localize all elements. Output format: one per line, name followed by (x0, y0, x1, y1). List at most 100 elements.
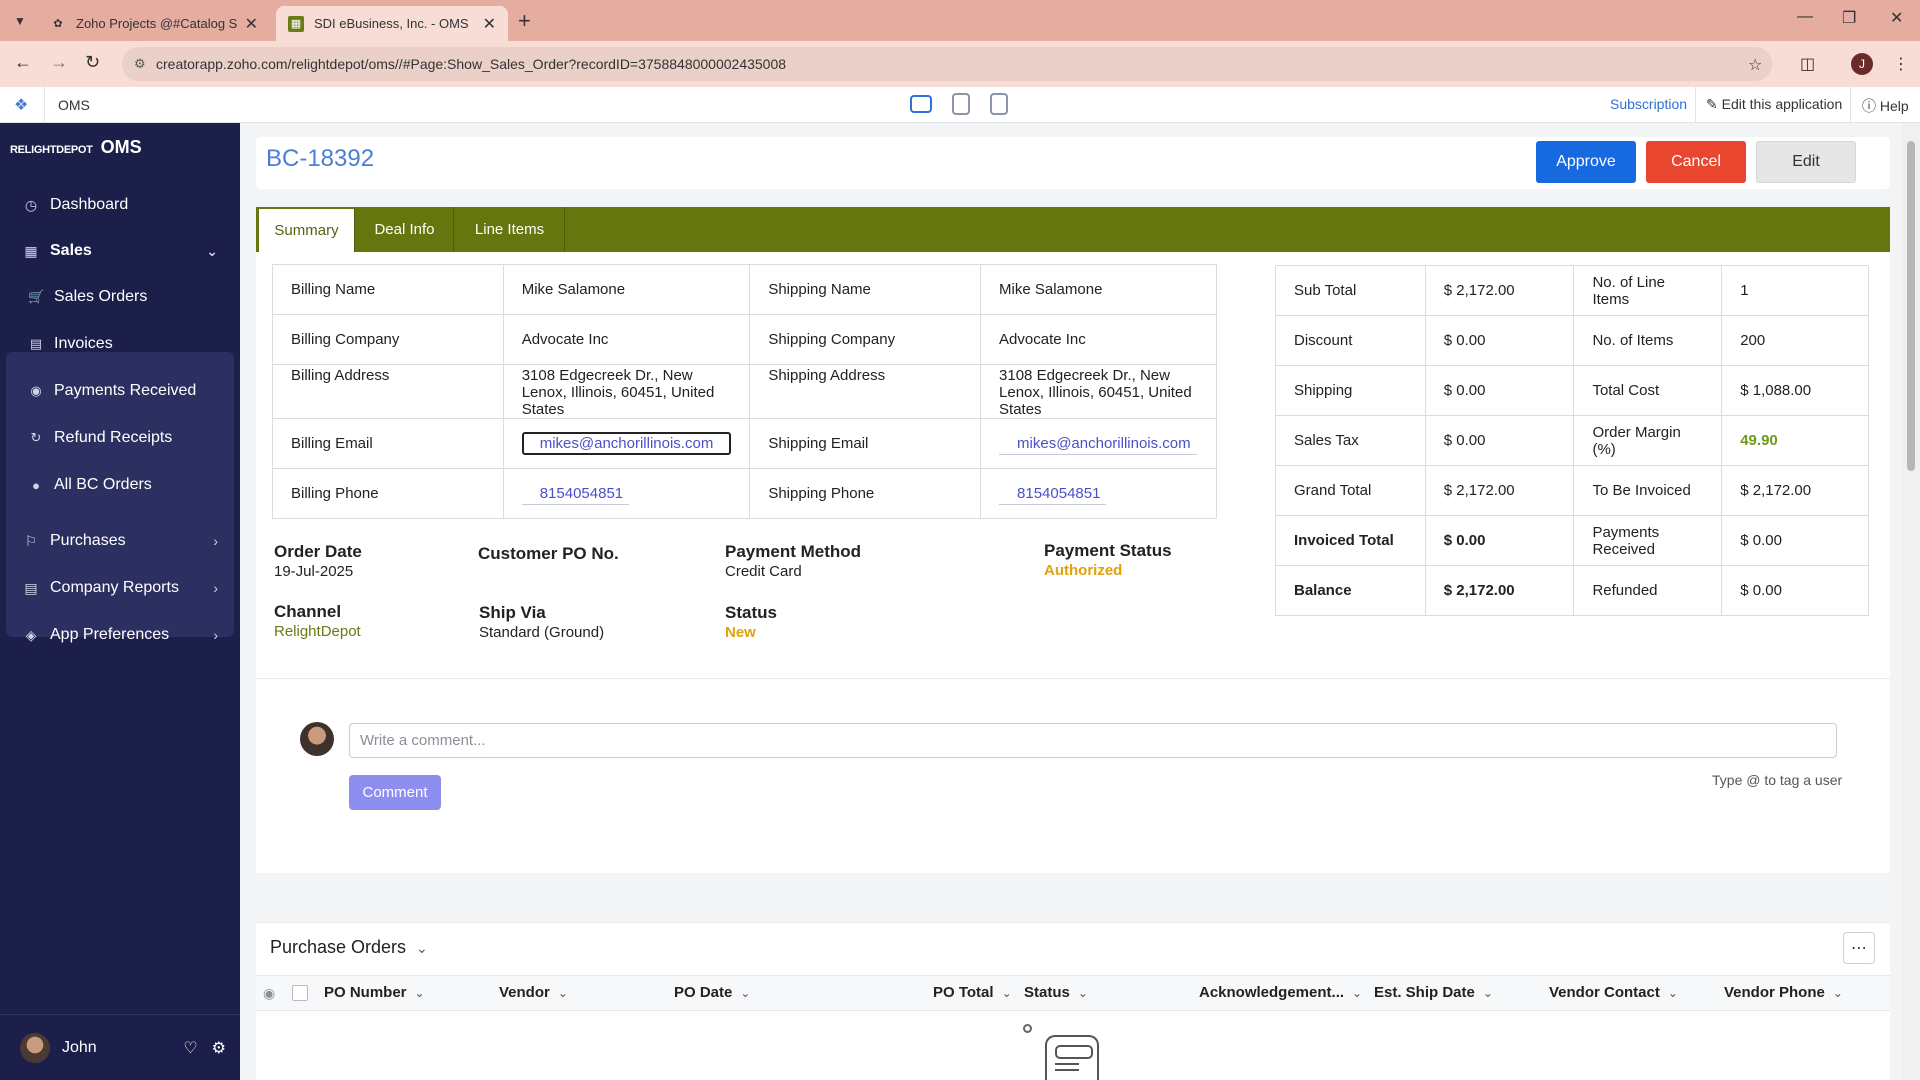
sidebar-item-all-bc-orders[interactable]: ● All BC Orders (28, 465, 152, 505)
browser-tab-zoho-projects[interactable]: ✿ Zoho Projects @#Catalog Says... ✕ (38, 6, 270, 41)
sidebar-item-company-reports[interactable]: ▤ Company Reports › (0, 566, 240, 610)
tab-summary[interactable]: Summary (259, 207, 355, 252)
column-po-number[interactable]: PO Number ⌄ (324, 984, 425, 1001)
chevron-down-icon[interactable]: ⌄ (416, 940, 428, 957)
bookmark-star-icon[interactable]: ☆ (1748, 55, 1762, 75)
subscription-link[interactable]: Subscription (1610, 96, 1687, 112)
brand-name: RELIGHTDEPOT (10, 144, 93, 156)
shipping-email-cell: mikes@anchorillinois.com (980, 418, 1217, 469)
sidebar-item-app-preferences[interactable]: ◈ App Preferences › (0, 613, 240, 657)
billing-shipping-table: Billing Name Mike Salamone Shipping Name… (272, 264, 1217, 519)
cancel-button[interactable]: Cancel (1646, 141, 1746, 183)
gear-icon[interactable]: ⚙ (212, 1038, 226, 1058)
bell-icon[interactable]: ♡ (183, 1038, 197, 1058)
oms-icon: ▦ (288, 15, 304, 32)
payment-method-label: Payment Method (725, 542, 862, 561)
money-bag-icon: ◉ (30, 383, 42, 398)
back-icon[interactable]: ← (14, 52, 32, 73)
page-title: BC-18392 (266, 145, 375, 172)
comment-button[interactable]: Comment (349, 775, 441, 810)
column-status[interactable]: Status ⌄ (1024, 984, 1088, 1001)
minimize-icon[interactable]: — (1797, 8, 1813, 26)
site-info-icon[interactable]: ⚙ (134, 56, 146, 72)
refunded-value: $ 0.00 (1721, 565, 1869, 616)
tab-line-items[interactable]: Line Items (455, 207, 565, 252)
approve-button[interactable]: Approve (1536, 141, 1636, 183)
extensions-icon[interactable]: ◫ (1800, 54, 1815, 74)
help-link[interactable]: ⓘ Help (1862, 96, 1909, 116)
billing-email-label: Billing Email (272, 418, 504, 469)
column-est-ship-date[interactable]: Est. Ship Date ⌄ (1374, 984, 1493, 1001)
balance-value: $ 2,172.00 (1424, 565, 1575, 616)
sidebar-item-sales[interactable]: ▦ Sales ⌄ (0, 229, 240, 273)
sidebar-item-dashboard[interactable]: ◷ Dashboard (0, 183, 240, 227)
purchases-icon: ⚐ (24, 532, 38, 549)
shipping-name-label: Shipping Name (749, 264, 982, 315)
column-vendor[interactable]: Vendor ⌄ (499, 984, 568, 1001)
chevron-down-icon: ⌄ (414, 986, 425, 1000)
more-options-icon[interactable]: ⋯ (1843, 932, 1875, 964)
desktop-view-icon[interactable] (910, 95, 932, 113)
sub-total-label: Sub Total (1275, 265, 1426, 316)
eye-icon[interactable]: ◉ (263, 985, 275, 1002)
sales-tax-label: Sales Tax (1275, 415, 1426, 466)
sidebar-item-payments-received[interactable]: ◉ Payments Received (28, 371, 196, 411)
sidebar-item-refund-receipts[interactable]: ↻ Refund Receipts (28, 418, 173, 458)
avatar[interactable] (20, 1032, 50, 1063)
status-label: Status (725, 603, 777, 622)
purchase-orders-title[interactable]: Purchase Orders (270, 937, 406, 958)
column-vendor-phone[interactable]: Vendor Phone ⌄ (1724, 984, 1843, 1001)
edit-button[interactable]: Edit (1756, 141, 1856, 183)
brand-product: OMS (100, 137, 142, 157)
sidebar-item-label: Sales Orders (54, 288, 148, 305)
column-po-date[interactable]: PO Date ⌄ (674, 984, 750, 1001)
browser-menu-icon[interactable]: ⋮ (1893, 54, 1909, 74)
invoice-icon: ▤ (29, 336, 43, 351)
page-scrollbar[interactable] (1902, 123, 1920, 1080)
sidebar-item-label: Invoices (54, 335, 113, 352)
tab-deal-info[interactable]: Deal Info (356, 207, 454, 252)
billing-phone-link[interactable]: 8154054851 (521, 485, 630, 505)
column-label: PO Date (674, 984, 733, 1001)
restore-icon[interactable]: ❐ (1842, 8, 1856, 28)
tablet-view-icon[interactable] (952, 93, 970, 115)
address-bar[interactable]: ⚙ creatorapp.zoho.com/relightdepot/oms//… (122, 47, 1772, 81)
column-acknowledgement[interactable]: Acknowledgement... ⌄ (1199, 984, 1362, 1001)
zoho-creator-logo-icon[interactable]: ❖ (14, 95, 34, 115)
select-all-checkbox[interactable] (292, 985, 308, 1001)
sidebar-item-sales-orders[interactable]: 🛒 Sales Orders (28, 277, 147, 317)
forward-icon[interactable]: → (50, 52, 68, 73)
discount-label: Discount (1275, 315, 1426, 366)
profile-avatar[interactable]: J (1851, 53, 1873, 75)
chevron-down-icon: ⌄ (1077, 986, 1088, 1000)
edit-application-link[interactable]: ✎ Edit this application (1706, 96, 1842, 113)
sidebar-item-invoices[interactable]: ▤ Invoices (28, 324, 113, 364)
tab-title: Zoho Projects @#Catalog Says... (76, 16, 237, 31)
to-be-invoiced-value: $ 2,172.00 (1721, 465, 1869, 516)
close-tab-icon[interactable]: ✕ (483, 14, 496, 34)
close-tab-icon[interactable]: ✕ (245, 14, 258, 34)
comment-input[interactable] (349, 723, 1837, 758)
column-po-total[interactable]: PO Total ⌄ (933, 984, 1012, 1001)
browser-tab-oms[interactable]: ▦ SDI eBusiness, Inc. - OMS ✕ (276, 6, 508, 41)
billing-company-value: Advocate Inc (502, 314, 751, 365)
tab-search-button[interactable]: ▼ (8, 9, 32, 33)
billing-name-label: Billing Name (272, 264, 504, 315)
close-window-icon[interactable]: ✕ (1890, 8, 1903, 28)
sidebar-item-purchases[interactable]: ⚐ Purchases › (0, 519, 240, 563)
shipping-label: Shipping (1275, 365, 1426, 416)
chevron-right-icon: › (213, 533, 218, 549)
grand-total-value: $ 2,172.00 (1424, 465, 1575, 516)
help-label: Help (1879, 98, 1909, 114)
sidebar-item-label: Company Reports (50, 579, 179, 596)
reload-icon[interactable]: ↻ (85, 52, 100, 73)
new-tab-icon[interactable]: + (518, 8, 531, 34)
column-vendor-contact[interactable]: Vendor Contact ⌄ (1549, 984, 1678, 1001)
phone-view-icon[interactable] (990, 93, 1008, 115)
shipping-phone-link[interactable]: 8154054851 (999, 485, 1107, 505)
line-items-value: 1 (1721, 265, 1869, 316)
items-label: No. of Items (1573, 315, 1723, 366)
column-label: PO Number (324, 984, 407, 1001)
billing-email-link[interactable]: mikes@anchorillinois.com (521, 432, 732, 455)
shipping-email-link[interactable]: mikes@anchorillinois.com (999, 435, 1197, 455)
